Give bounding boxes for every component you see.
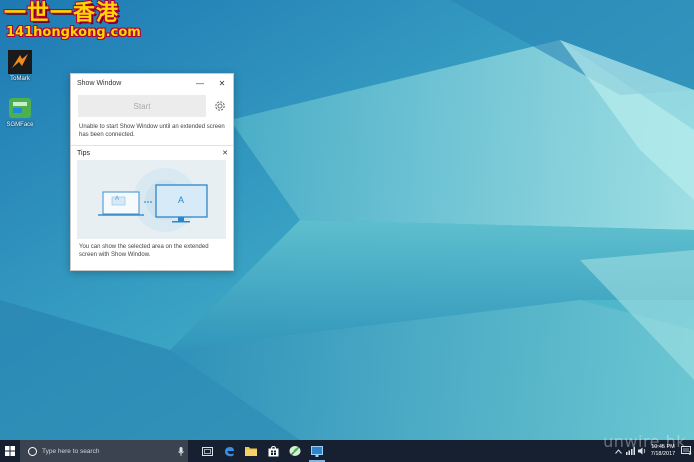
desktop-icon-sgmface[interactable]: SGMFace [2,96,38,128]
title-bar[interactable]: Show Window — ✕ [71,74,233,92]
sgmface-app-icon [8,96,32,120]
monitor-screen-letter: A [178,195,185,205]
close-button[interactable]: ✕ [211,74,233,92]
logo-url: 141hongkong.com [6,25,141,40]
laptop-screen-letter: A [115,196,120,202]
tomark-app-icon [8,50,32,74]
show-window-icon[interactable] [306,440,328,462]
notification-count-badge: 3 [688,451,692,457]
task-view-icon[interactable] [196,440,218,462]
taskbar: Type here to search 10:45 PM 7/18/2017 3 [0,440,694,462]
desktop-icon-tomark[interactable]: ToMark [2,50,38,82]
minimize-button[interactable]: — [189,74,211,92]
file-explorer-icon[interactable] [240,440,262,462]
tips-close-button[interactable]: ✕ [217,149,233,157]
site-watermark: unwire.hk [603,432,686,451]
desktop: 一世一香港 141hongkong.com ToMark SGMFace Sho… [0,0,694,440]
tips-title: Tips [77,149,90,157]
clock-date: 7/18/2017 [650,451,676,457]
windows-logo-icon [5,446,15,456]
logo-title: 一世一香港 [4,1,120,26]
cortana-icon [28,446,37,456]
app-feather-icon[interactable] [284,440,306,462]
store-icon[interactable] [262,440,284,462]
microphone-icon[interactable] [174,446,188,456]
window-title: Show Window [77,79,122,87]
start-button[interactable]: Start [78,95,206,117]
edge-icon[interactable] [218,440,240,462]
show-window-dialog: Show Window — ✕ Start Unable to start Sh… [70,73,234,271]
gear-icon[interactable] [213,99,227,113]
status-message: Unable to start Show Window until an ext… [79,124,225,138]
taskbar-search-box[interactable]: Type here to search [20,440,188,462]
desktop-icon-label: ToMark [10,76,30,82]
tips-illustration: A A [77,160,226,239]
tips-message: You can show the selected area on the ex… [79,244,209,258]
site-logo-watermark: 一世一香港 141hongkong.com [4,2,141,40]
desktop-icon-label: SGMFace [6,122,34,128]
start-button-windows[interactable] [0,440,20,462]
search-placeholder: Type here to search [42,447,100,455]
